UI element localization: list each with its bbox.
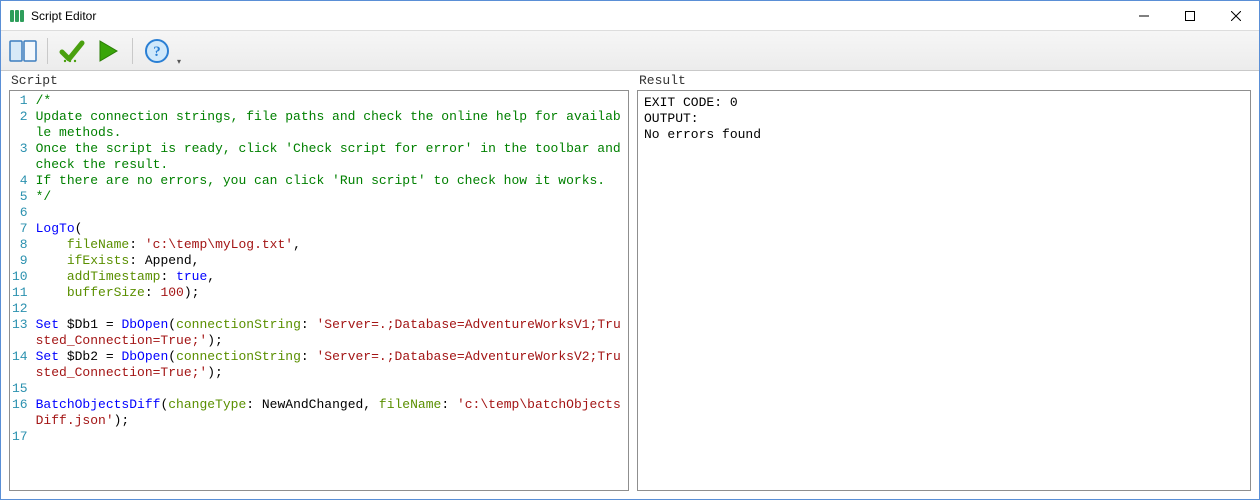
- code-line[interactable]: BatchObjectsDiff(changeType: NewAndChang…: [36, 397, 624, 429]
- toolbar: ? ▾: [1, 31, 1259, 71]
- code-line[interactable]: Set $Db1 = DbOpen(connectionString: 'Ser…: [36, 317, 624, 349]
- code-line[interactable]: [36, 301, 624, 317]
- code-line[interactable]: addTimestamp: true,: [36, 269, 624, 285]
- content-area: Script 12.3.45678910111213.14.1516.17 /*…: [1, 71, 1259, 499]
- window-controls: [1121, 1, 1259, 30]
- line-gutter: 12.3.45678910111213.14.1516.17: [10, 91, 32, 447]
- code-lines[interactable]: /*Update connection strings, file paths …: [32, 91, 628, 447]
- code-line[interactable]: /*: [36, 93, 624, 109]
- window-root: Script Editor: [0, 0, 1260, 500]
- close-button[interactable]: [1213, 1, 1259, 30]
- code-line[interactable]: If there are no errors, you can click 'R…: [36, 173, 624, 189]
- code-line[interactable]: ifExists: Append,: [36, 253, 624, 269]
- run-script-button[interactable]: [92, 35, 124, 67]
- code-line[interactable]: Update connection strings, file paths an…: [36, 109, 624, 141]
- window-title: Script Editor: [31, 9, 96, 23]
- help-button[interactable]: ?: [141, 35, 173, 67]
- toolbar-overflow-icon[interactable]: ▾: [177, 57, 187, 70]
- toggle-panels-button[interactable]: [7, 35, 39, 67]
- result-panel-title: Result: [637, 71, 1251, 90]
- app-icon: [9, 8, 25, 24]
- check-script-button[interactable]: [56, 35, 88, 67]
- titlebar: Script Editor: [1, 1, 1259, 31]
- code-line[interactable]: LogTo(: [36, 221, 624, 237]
- code-line[interactable]: */: [36, 189, 624, 205]
- code-line[interactable]: [36, 205, 624, 221]
- result-panel: Result EXIT CODE: 0 OUTPUT: No errors fo…: [637, 71, 1251, 491]
- code-line[interactable]: Set $Db2 = DbOpen(connectionString: 'Ser…: [36, 349, 624, 381]
- maximize-button[interactable]: [1167, 1, 1213, 30]
- script-panel: Script 12.3.45678910111213.14.1516.17 /*…: [9, 71, 629, 491]
- code-line[interactable]: [36, 429, 624, 445]
- code-line[interactable]: fileName: 'c:\temp\myLog.txt',: [36, 237, 624, 253]
- script-panel-title: Script: [9, 71, 629, 90]
- svg-text:?: ?: [153, 44, 161, 60]
- result-text: EXIT CODE: 0 OUTPUT: No errors found: [638, 91, 1250, 147]
- minimize-button[interactable]: [1121, 1, 1167, 30]
- toolbar-separator: [132, 38, 133, 64]
- script-editor[interactable]: 12.3.45678910111213.14.1516.17 /*Update …: [9, 90, 629, 491]
- code-line[interactable]: Once the script is ready, click 'Check s…: [36, 141, 624, 173]
- code-line[interactable]: bufferSize: 100);: [36, 285, 624, 301]
- result-output[interactable]: EXIT CODE: 0 OUTPUT: No errors found: [637, 90, 1251, 491]
- code-line[interactable]: [36, 381, 624, 397]
- toolbar-separator: [47, 38, 48, 64]
